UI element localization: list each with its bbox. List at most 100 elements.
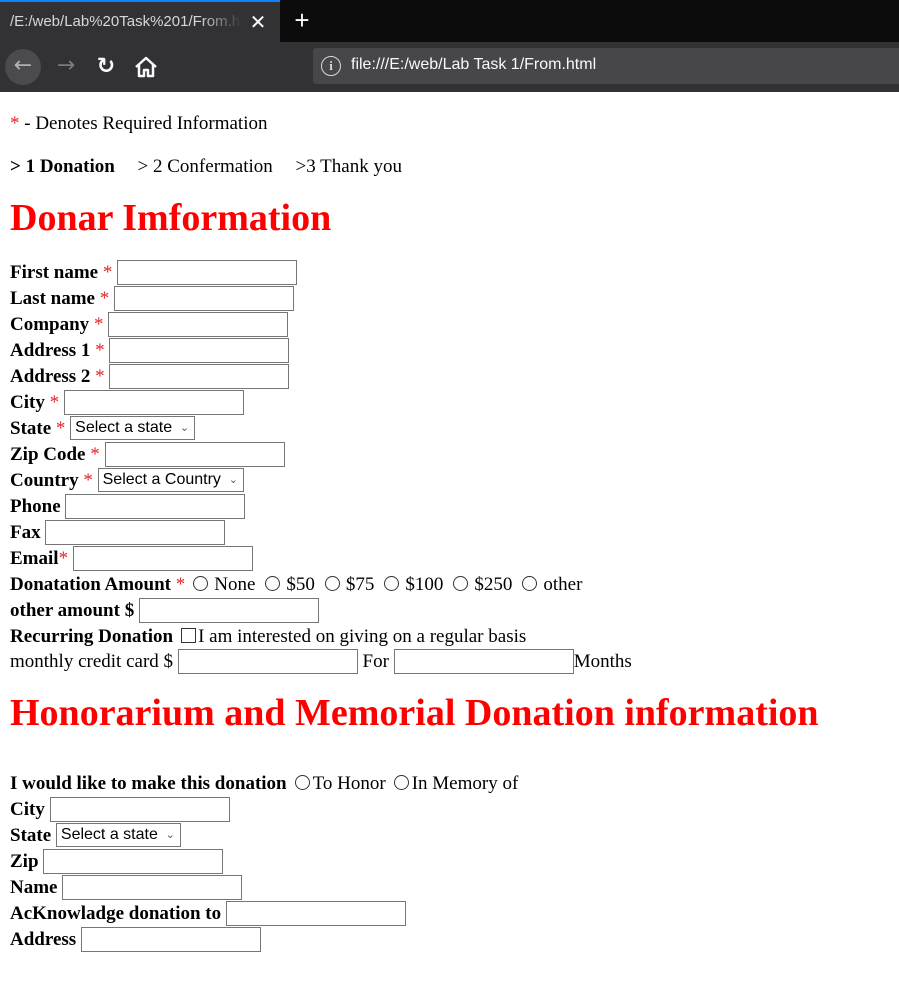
honor-state-label: State	[10, 825, 52, 846]
phone-row: Phone	[10, 493, 889, 520]
honor-city-label: City	[10, 799, 45, 820]
donation-amount-label: Donatation Amount	[10, 574, 171, 595]
city-input[interactable]	[63, 389, 244, 415]
step-3: >3 Thank you	[295, 156, 402, 177]
home-icon[interactable]	[130, 51, 162, 83]
fax-row: Fax	[10, 519, 889, 546]
recurring-checkbox-label: I am interested on giving on a regular b…	[198, 626, 527, 647]
amount-250-radio[interactable]	[453, 576, 469, 592]
in-memory-label: In Memory of	[411, 773, 519, 794]
legend-text: - Denotes Required Information	[19, 113, 268, 134]
chevron-down-icon: ⌄	[228, 474, 238, 487]
required-star: *	[93, 314, 104, 335]
chevron-down-icon: ⌄	[179, 422, 190, 435]
amount-100-radio[interactable]	[384, 576, 400, 592]
fax-input[interactable]	[45, 519, 226, 545]
to-honor-label: To Honor	[312, 773, 386, 794]
recurring-label: Recurring Donation	[10, 626, 174, 647]
required-star: *	[102, 262, 113, 283]
recurring-checkbox[interactable]	[181, 628, 197, 644]
amount-50-radio[interactable]	[265, 576, 281, 592]
honor-state-row: State Select a state ⌄	[10, 823, 889, 849]
state-select[interactable]: Select a state ⌄	[70, 416, 196, 441]
last-name-input[interactable]	[113, 285, 294, 311]
honor-name-row: Name	[10, 874, 889, 901]
city-row: City *	[10, 389, 889, 416]
country-select-value: Select a Country	[102, 471, 221, 489]
forward-arrow-icon[interactable]: →	[50, 49, 82, 85]
address2-input[interactable]	[109, 363, 290, 389]
company-input[interactable]	[108, 311, 289, 337]
tab-bar: /E:/web/Lab%20Task%201/From.html ✕ +	[0, 0, 899, 42]
url-bar[interactable]: i file:///E:/web/Lab Task 1/From.html	[313, 48, 899, 84]
to-honor-radio[interactable]	[294, 775, 310, 791]
phone-input[interactable]	[65, 493, 246, 519]
for-label: For	[362, 651, 389, 672]
acknowledge-input[interactable]	[225, 900, 406, 926]
amount-50-label: $50	[286, 574, 315, 595]
honor-name-input[interactable]	[62, 874, 243, 900]
steps-breadcrumb: > 1 Donation > 2 Confermation >3 Thank y…	[10, 155, 889, 179]
required-star: *	[99, 288, 110, 309]
honor-address-input[interactable]	[80, 926, 261, 952]
back-arrow-icon[interactable]: ←	[5, 49, 41, 85]
new-tab-icon[interactable]: +	[288, 6, 316, 36]
amount-none-radio[interactable]	[193, 576, 209, 592]
step-1: > 1 Donation	[10, 156, 115, 177]
honor-state-select-value: Select a state	[60, 826, 158, 844]
first-name-input[interactable]	[117, 259, 298, 285]
reload-icon[interactable]: ↻	[90, 51, 122, 83]
tab-title-fade	[200, 2, 242, 42]
donor-information-heading: Donar Imformation	[10, 197, 332, 239]
state-label: State	[10, 418, 52, 439]
state-select-value: Select a state	[75, 419, 173, 437]
honorarium-heading: Honorarium and Memorial Donation informa…	[10, 692, 819, 734]
info-icon[interactable]: i	[321, 56, 341, 76]
amount-other-radio[interactable]	[522, 576, 538, 592]
address1-row: Address 1 *	[10, 337, 889, 364]
page-content: * - Denotes Required Information > 1 Don…	[0, 112, 899, 953]
amount-250-label: $250	[474, 574, 513, 595]
honor-city-input[interactable]	[49, 796, 230, 822]
last-name-row: Last name *	[10, 285, 889, 312]
required-star: *	[10, 113, 20, 134]
required-star: *	[95, 340, 105, 361]
amount-100-label: $100	[405, 574, 444, 595]
recurring-row: Recurring Donation I am interested on giv…	[10, 624, 889, 650]
required-star: *	[58, 548, 69, 569]
first-name-row: First name *	[10, 259, 889, 286]
months-input[interactable]	[393, 648, 574, 674]
required-star: *	[83, 470, 93, 491]
required-star: *	[95, 366, 105, 387]
honor-address-row: Address	[10, 926, 889, 953]
chevron-down-icon: ⌄	[165, 829, 175, 842]
acknowledge-row: AcKnowladge donation to	[10, 900, 889, 927]
other-amount-input[interactable]	[138, 597, 319, 623]
address1-label: Address 1	[10, 340, 91, 361]
navigation-bar: ← → ↻ i file:///E:/web/Lab Task 1/From.h…	[0, 42, 899, 92]
zip-input[interactable]	[104, 441, 285, 467]
in-memory-radio[interactable]	[393, 775, 409, 791]
acknowledge-label: AcKnowladge donation to	[10, 903, 222, 924]
honor-state-select[interactable]: Select a state ⌄	[55, 823, 181, 848]
make-donation-row: I would like to make this donation To Hon…	[10, 771, 889, 797]
amount-75-radio[interactable]	[324, 576, 340, 592]
other-amount-label: other amount $	[10, 600, 135, 621]
email-input[interactable]	[72, 545, 253, 571]
other-amount-row: other amount $	[10, 597, 889, 624]
address2-label: Address 2	[10, 366, 91, 387]
amount-75-label: $75	[345, 574, 375, 595]
last-name-label: Last name	[10, 288, 95, 309]
months-label: Months	[573, 651, 632, 672]
required-star: *	[90, 444, 100, 465]
required-star: *	[55, 418, 66, 439]
close-tab-icon[interactable]: ✕	[246, 11, 270, 35]
address1-input[interactable]	[109, 337, 290, 363]
honor-zip-input[interactable]	[43, 848, 224, 874]
country-select[interactable]: Select a Country ⌄	[97, 468, 244, 493]
honor-address-label: Address	[10, 929, 77, 950]
url-text[interactable]: file:///E:/web/Lab Task 1/From.html	[351, 56, 596, 74]
monthly-amount-input[interactable]	[177, 648, 358, 674]
country-row: Country * Select a Country ⌄	[10, 468, 889, 494]
active-tab[interactable]: /E:/web/Lab%20Task%201/From.html ✕	[0, 0, 280, 42]
